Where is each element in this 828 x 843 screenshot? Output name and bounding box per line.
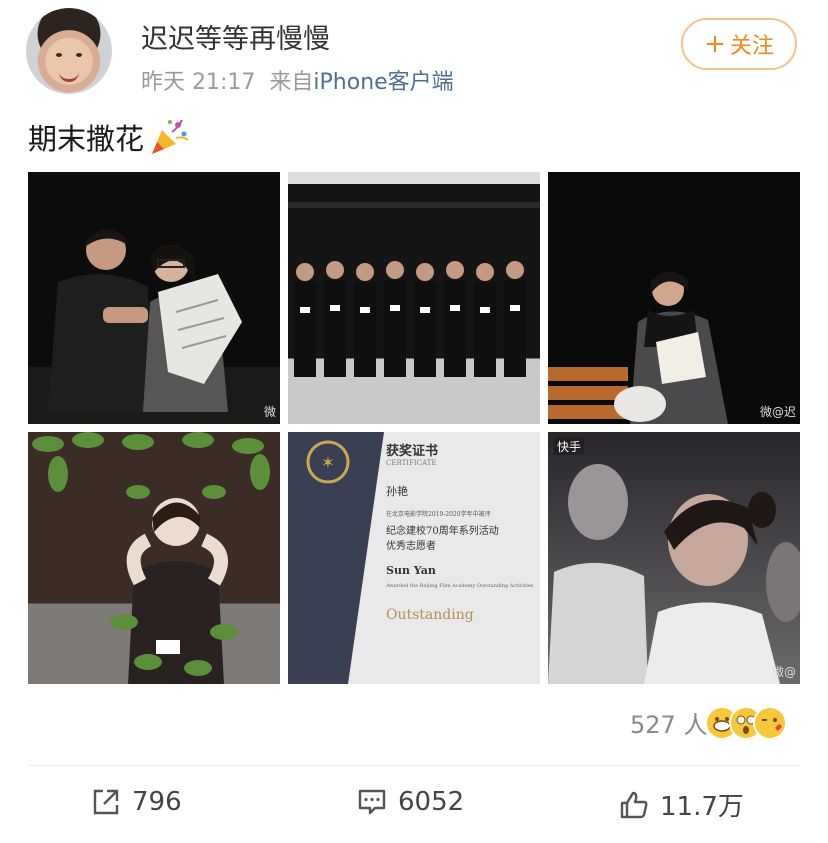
photo-actress-bench[interactable]: 微@迟 bbox=[548, 172, 800, 424]
avatar[interactable] bbox=[26, 8, 112, 94]
comment-icon bbox=[358, 789, 386, 815]
follow-label: 关注 bbox=[729, 34, 774, 59]
avatar-right-eye bbox=[76, 53, 82, 57]
photo-lineup-art bbox=[288, 172, 540, 377]
reaction-summary[interactable]: 527 人 bbox=[630, 705, 788, 740]
photo-girl-portrait[interactable]: 快手 微@ bbox=[548, 432, 800, 684]
photo-stage-lineup[interactable] bbox=[288, 172, 540, 424]
thumbs-up-icon bbox=[620, 791, 648, 818]
share-icon bbox=[93, 789, 119, 815]
source-prefix: 来自 bbox=[269, 70, 314, 95]
cert-title: 获奖证书 bbox=[386, 444, 439, 459]
cert-subtitle: CERTIFICATE bbox=[386, 459, 437, 467]
certificate-content: 获奖证书 CERTIFICATE 孙艳 在北京电影学院2019-2020学年中被… bbox=[386, 440, 534, 623]
kiss-emoji-icon bbox=[753, 705, 788, 740]
like-button[interactable]: 11.7万 bbox=[618, 786, 744, 823]
photo-portrait-art bbox=[548, 464, 800, 684]
photo-watermark: 微@ bbox=[771, 665, 796, 679]
plus-icon: + bbox=[704, 29, 726, 59]
follow-button[interactable]: + 关注 bbox=[681, 18, 797, 70]
photo-leaf-costume[interactable] bbox=[28, 432, 280, 684]
reaction-count: 527 人 bbox=[630, 711, 708, 739]
repost-button[interactable]: 796 bbox=[90, 786, 182, 818]
party-popper-icon bbox=[152, 119, 189, 154]
photo-certificate[interactable]: ✶ 获奖证书 CERTIFICATE 孙艳 在北京电影学院2019-2020学年… bbox=[288, 432, 540, 684]
post-text: 期末撒花 bbox=[28, 116, 190, 158]
cert-name-en: Sun Yan bbox=[386, 564, 436, 577]
repost-count: 796 bbox=[132, 787, 182, 817]
cert-outstanding: Outstanding bbox=[386, 607, 474, 623]
photo-watermark: 微 bbox=[263, 405, 276, 419]
comment-count: 6052 bbox=[398, 787, 465, 817]
author-name[interactable]: 迟迟等等再慢慢 bbox=[141, 17, 330, 56]
avatar-left-eye bbox=[56, 53, 62, 57]
source-client[interactable]: iPhone客户端 bbox=[313, 70, 453, 95]
post-time: 昨天 21:17 bbox=[141, 70, 256, 95]
photo-watermark: 微@迟 bbox=[759, 405, 796, 419]
photo-bench-art bbox=[548, 271, 728, 424]
image-grid: 微 微@迟 ✶ 获奖证书 CERTIFICATE 孙艳 在北京电影学院2019-… bbox=[28, 172, 800, 684]
cert-line2: 纪念建校70周年系列活动 bbox=[386, 526, 499, 537]
avatar-mouth bbox=[59, 72, 79, 82]
svg-text:✶: ✶ bbox=[321, 453, 334, 472]
cert-line3: 优秀志愿者 bbox=[386, 541, 436, 552]
comment-button[interactable]: 6052 bbox=[356, 786, 464, 818]
post-text-content: 期末撒花 bbox=[28, 122, 145, 156]
post-meta: 昨天 21:17 来自iPhone客户端 bbox=[141, 64, 454, 96]
photo-leaf-art bbox=[32, 432, 270, 684]
divider bbox=[28, 765, 800, 766]
photo-rehearsal-art bbox=[28, 229, 280, 424]
cert-line1: 在北京电影学院2019-2020学年中被评 bbox=[386, 511, 491, 518]
cert-name-cn: 孙艳 bbox=[386, 485, 408, 498]
kuaishou-logo: 快手 bbox=[554, 438, 585, 455]
like-count: 11.7万 bbox=[660, 792, 744, 822]
photo-rehearsal-two-actors[interactable]: 微 bbox=[28, 172, 280, 424]
cert-line4: Awarded the Beijing Film Academy Outstan… bbox=[386, 583, 534, 589]
